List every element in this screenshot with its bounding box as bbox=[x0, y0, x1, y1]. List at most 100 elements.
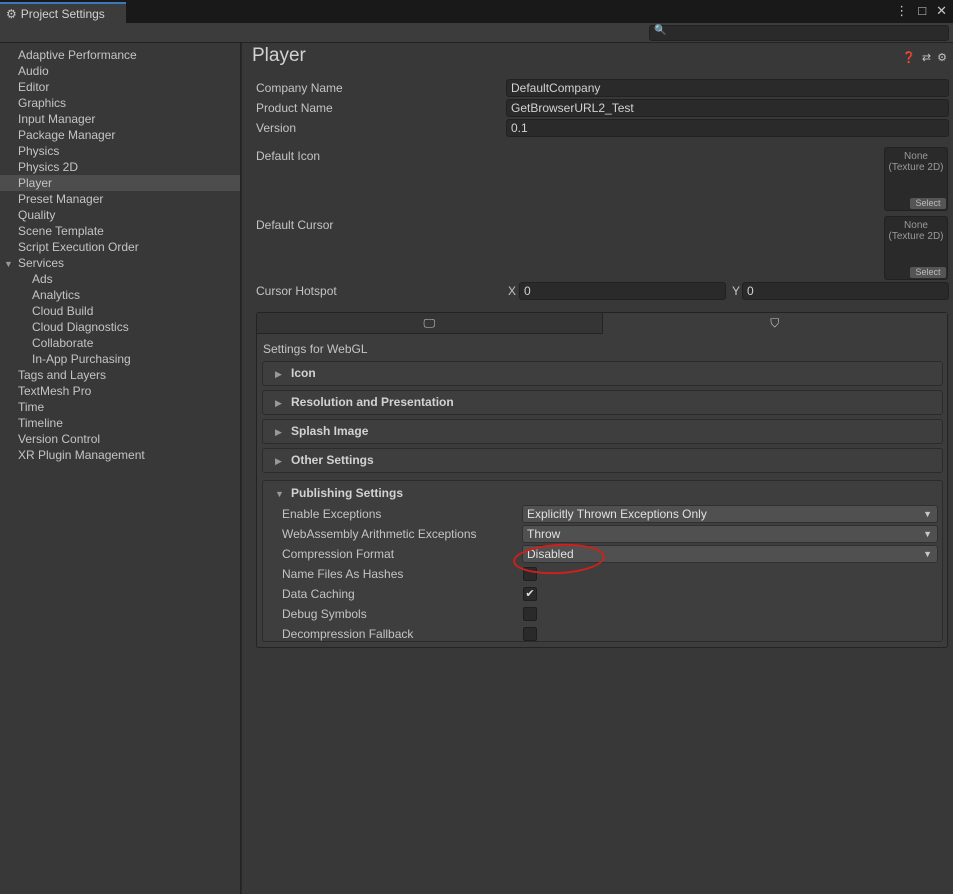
dropdown-value: Throw bbox=[527, 527, 561, 541]
sidebar-item-label: Adaptive Performance bbox=[18, 48, 137, 62]
sidebar-item-label: Player bbox=[18, 176, 53, 190]
sidebar: Adaptive Performance Audio Editor Graphics I… bbox=[0, 43, 241, 894]
search-input[interactable]: 🔍 bbox=[649, 25, 949, 41]
sidebar-item-label: Preset Manager bbox=[18, 192, 104, 206]
more-menu-icon[interactable]: ⋮ bbox=[895, 3, 908, 19]
enable-exceptions-dropdown[interactable]: Explicitly Thrown Exceptions Only ▼ bbox=[522, 505, 938, 523]
publishing-title: Publishing Settings bbox=[291, 486, 404, 500]
compression-format-label: Compression Format bbox=[282, 547, 395, 561]
sidebar-item-input-manager[interactable]: Input Manager bbox=[0, 111, 240, 127]
platform-settings: 🖵 ⛉ Settings for WebGL ▶ Icon ▶ Resolution… bbox=[256, 312, 948, 648]
foldout-label: Resolution and Presentation bbox=[291, 395, 454, 409]
collapsed-arrow-icon: ▶ bbox=[275, 398, 282, 408]
sidebar-item-script-execution-order[interactable]: Script Execution Order bbox=[0, 239, 240, 255]
sidebar-item-label: Script Execution Order bbox=[18, 240, 139, 254]
dropdown-arrow-icon: ▼ bbox=[923, 549, 932, 559]
sidebar-item-preset-manager[interactable]: Preset Manager bbox=[0, 191, 240, 207]
sidebar-item-player[interactable]: Player bbox=[0, 175, 240, 191]
product-name-field[interactable]: GetBrowserURL2_Test bbox=[506, 99, 949, 117]
dropdown-arrow-icon: ▼ bbox=[923, 509, 932, 519]
slot-type-text: (Texture 2D) bbox=[888, 162, 944, 173]
dropdown-value: Explicitly Thrown Exceptions Only bbox=[527, 507, 707, 521]
sidebar-item-label: Version Control bbox=[18, 432, 101, 446]
settings-for-label: Settings for WebGL bbox=[263, 342, 368, 356]
foldout-icon[interactable]: ▶ Icon bbox=[262, 361, 943, 386]
sidebar-item-cloud-build[interactable]: Cloud Build bbox=[0, 303, 240, 319]
sidebar-item-version-control[interactable]: Version Control bbox=[0, 431, 240, 447]
sidebar-item-editor[interactable]: Editor bbox=[0, 79, 240, 95]
foldout-resolution[interactable]: ▶ Resolution and Presentation bbox=[262, 390, 943, 415]
sidebar-item-tags-and-layers[interactable]: Tags and Layers bbox=[0, 367, 240, 383]
version-field[interactable]: 0.1 bbox=[506, 119, 949, 137]
tab-standalone[interactable]: 🖵 bbox=[257, 313, 602, 334]
sidebar-item-xr-plugin-management[interactable]: XR Plugin Management bbox=[0, 447, 240, 463]
sidebar-item-package-manager[interactable]: Package Manager bbox=[0, 127, 240, 143]
sidebar-item-label: Time bbox=[18, 400, 45, 414]
help-icon[interactable]: ❓ bbox=[902, 51, 916, 64]
header-icons: ❓ ⇄ ⚙ bbox=[902, 51, 947, 64]
foldout-splash[interactable]: ▶ Splash Image bbox=[262, 419, 943, 444]
hotspot-x-field[interactable]: 0 bbox=[519, 282, 726, 300]
sidebar-item-label: Quality bbox=[18, 208, 56, 222]
sidebar-item-label: Physics 2D bbox=[18, 160, 79, 174]
foldout-other[interactable]: ▶ Other Settings bbox=[262, 448, 943, 473]
maximize-icon[interactable]: □ bbox=[918, 3, 926, 19]
sidebar-item-physics[interactable]: Physics bbox=[0, 143, 240, 159]
sidebar-item-services[interactable]: ▼ Services bbox=[0, 255, 240, 271]
collapsed-arrow-icon: ▶ bbox=[275, 369, 282, 379]
company-name-field[interactable]: DefaultCompany bbox=[506, 79, 949, 97]
page-title: Player bbox=[252, 45, 306, 66]
foldout-label: Other Settings bbox=[291, 453, 374, 467]
sidebar-item-cloud-diagnostics[interactable]: Cloud Diagnostics bbox=[0, 319, 240, 335]
sidebar-item-label: Scene Template bbox=[18, 224, 104, 238]
sidebar-item-scene-template[interactable]: Scene Template bbox=[0, 223, 240, 239]
sidebar-item-time[interactable]: Time bbox=[0, 399, 240, 415]
sidebar-item-analytics[interactable]: Analytics bbox=[0, 287, 240, 303]
publishing-settings-panel: ▼ Publishing Settings Enable Exceptions E… bbox=[262, 480, 943, 642]
sidebar-item-label: XR Plugin Management bbox=[18, 448, 145, 462]
select-button[interactable]: Select bbox=[910, 198, 946, 209]
presets-icon[interactable]: ⇄ bbox=[922, 51, 931, 64]
sidebar-item-collaborate[interactable]: Collaborate bbox=[0, 335, 240, 351]
html5-icon: ⛉ bbox=[770, 316, 780, 330]
close-icon[interactable]: ✕ bbox=[936, 3, 947, 19]
sidebar-item-adaptive-performance[interactable]: Adaptive Performance bbox=[0, 47, 240, 63]
sidebar-item-label: Package Manager bbox=[18, 128, 116, 142]
default-icon-label: Default Icon bbox=[256, 149, 321, 163]
company-name-label: Company Name bbox=[256, 81, 343, 95]
x-label: X bbox=[508, 284, 517, 298]
debug-symbols-checkbox[interactable] bbox=[523, 607, 537, 621]
decompression-fallback-checkbox[interactable] bbox=[523, 627, 537, 641]
default-cursor-slot[interactable]: None (Texture 2D) Select bbox=[884, 216, 948, 280]
sidebar-item-ads[interactable]: Ads bbox=[0, 271, 240, 287]
hotspot-y-field[interactable]: 0 bbox=[742, 282, 949, 300]
sidebar-item-label: Audio bbox=[18, 64, 49, 78]
sidebar-item-physics-2d[interactable]: Physics 2D bbox=[0, 159, 240, 175]
sidebar-item-timeline[interactable]: Timeline bbox=[0, 415, 240, 431]
debug-symbols-label: Debug Symbols bbox=[282, 607, 367, 621]
title-bar: ⚙ Project Settings ⋮ □ ✕ bbox=[0, 0, 953, 23]
sidebar-item-textmesh-pro[interactable]: TextMesh Pro bbox=[0, 383, 240, 399]
sidebar-item-graphics[interactable]: Graphics bbox=[0, 95, 240, 111]
sidebar-item-label: Cloud Build bbox=[32, 304, 94, 318]
sidebar-item-audio[interactable]: Audio bbox=[0, 63, 240, 79]
tab-title: Project Settings bbox=[20, 6, 105, 21]
expand-arrow-icon[interactable]: ▼ bbox=[4, 256, 18, 272]
wasm-exceptions-label: WebAssembly Arithmetic Exceptions bbox=[282, 527, 477, 541]
tab-webgl[interactable]: ⛉ bbox=[601, 313, 947, 334]
foldout-publishing[interactable]: ▼ Publishing Settings bbox=[275, 486, 403, 500]
data-caching-checkbox[interactable]: ✔ bbox=[523, 587, 537, 601]
sidebar-item-quality[interactable]: Quality bbox=[0, 207, 240, 223]
settings-icon[interactable]: ⚙ bbox=[937, 51, 947, 64]
select-button[interactable]: Select bbox=[910, 267, 946, 278]
default-icon-slot[interactable]: None (Texture 2D) Select bbox=[884, 147, 948, 211]
sidebar-item-label: Input Manager bbox=[18, 112, 96, 126]
sidebar-item-in-app-purchasing[interactable]: In-App Purchasing bbox=[0, 351, 240, 367]
sidebar-list: Adaptive Performance Audio Editor Graphics I… bbox=[0, 43, 240, 463]
product-name-label: Product Name bbox=[256, 101, 333, 115]
sidebar-item-label: Cloud Diagnostics bbox=[32, 320, 129, 334]
wasm-exceptions-dropdown[interactable]: Throw ▼ bbox=[522, 525, 938, 543]
sidebar-item-label: TextMesh Pro bbox=[18, 384, 92, 398]
cursor-hotspot-label: Cursor Hotspot bbox=[256, 284, 337, 298]
project-settings-tab[interactable]: ⚙ Project Settings bbox=[0, 2, 126, 23]
